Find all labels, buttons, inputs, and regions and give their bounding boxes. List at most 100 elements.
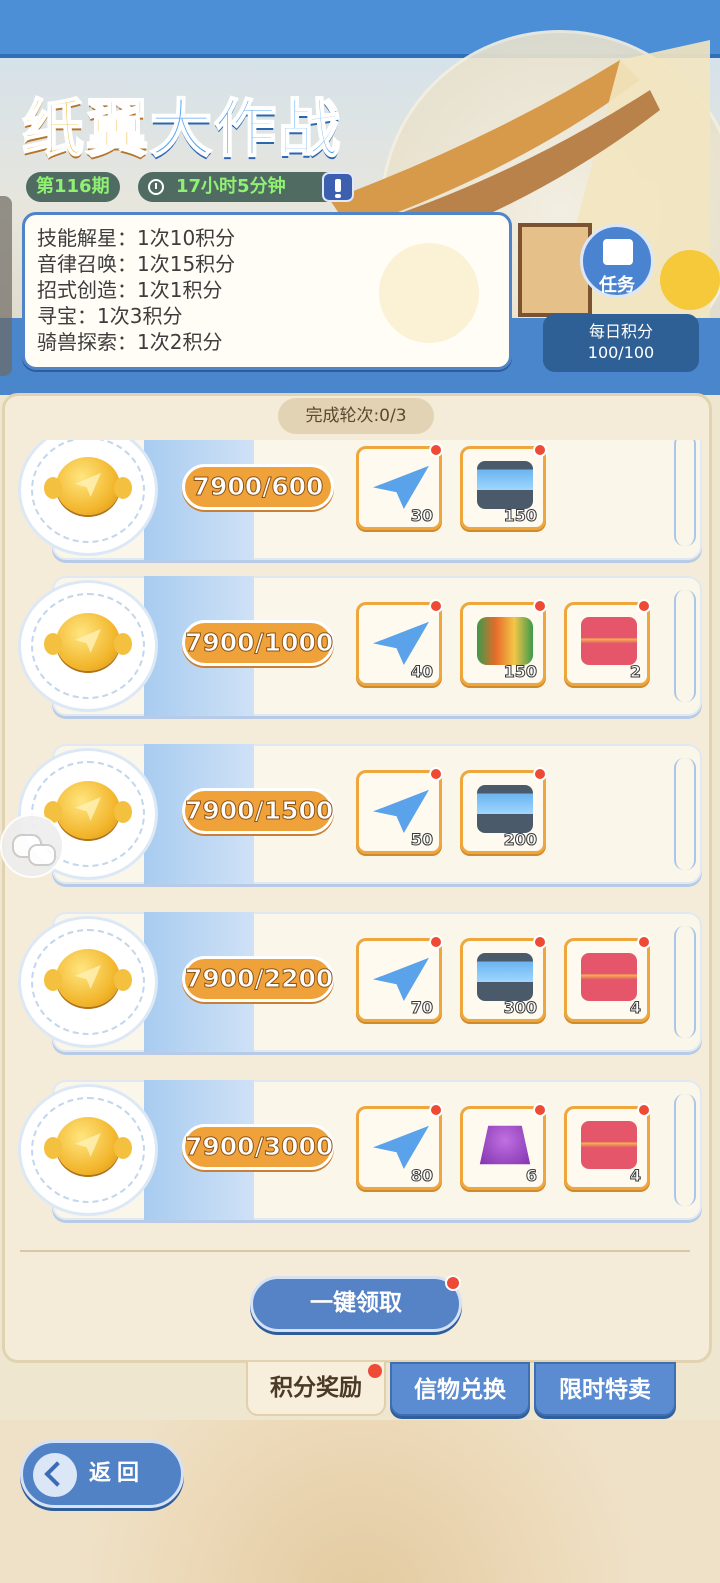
task-book-icon: [603, 239, 633, 265]
red-dot-badge: [445, 1275, 461, 1291]
event-title: 纸翼大作战: [21, 78, 343, 168]
reward-row: 7900/600 30 150: [14, 440, 702, 560]
reward-row: 7900/3000 80 6 4: [14, 1080, 702, 1220]
reward-item[interactable]: 50: [356, 767, 443, 854]
row-ornament: [674, 1094, 696, 1206]
row-ornament: [674, 440, 696, 546]
reward-item[interactable]: 40: [356, 599, 443, 686]
issue-badge: 第116期: [26, 172, 120, 202]
reward-row: 7900/2200 70 300 4: [14, 912, 702, 1052]
treasure-chest-icon: [581, 1121, 637, 1169]
item-count: 2: [629, 662, 641, 682]
notice-icon[interactable]: [322, 172, 354, 202]
reward-row: 7900/1000 40 150 2: [14, 576, 702, 716]
paper-plane-icon: [373, 465, 429, 509]
paper-plane-icon: [373, 1125, 429, 1169]
paper-plane-icon: [373, 957, 429, 1001]
red-dot-badge: [533, 1103, 547, 1117]
paper-plane-icon: [373, 621, 429, 665]
countdown-timer: 17小时5分钟: [138, 172, 353, 202]
reward-item[interactable]: 150: [460, 599, 547, 686]
item-count: 40: [410, 662, 433, 682]
item-count: 6: [525, 1166, 537, 1186]
red-dot-badge: [637, 1103, 651, 1117]
rounds-counter: 完成轮次:0/3: [278, 398, 434, 434]
tab-points-reward[interactable]: 积分奖励: [246, 1362, 386, 1416]
red-dot-badge: [533, 599, 547, 613]
item-count: 50: [410, 830, 433, 850]
back-arrow-icon: [33, 1453, 77, 1497]
red-dot-badge: [368, 1364, 382, 1378]
gold-coin-icon: [44, 949, 132, 1007]
task-button[interactable]: 任务: [580, 224, 654, 298]
red-dot-badge: [429, 767, 443, 781]
treasure-chest-icon: [581, 953, 637, 1001]
reward-item[interactable]: 6: [460, 1103, 547, 1190]
reward-item[interactable]: 300: [460, 935, 547, 1022]
title-part1: 纸翼: [21, 91, 151, 166]
red-dot-badge: [429, 1103, 443, 1117]
gold-coin-icon: [44, 613, 132, 671]
reward-item[interactable]: 150: [460, 443, 547, 530]
reward-item[interactable]: 4: [564, 935, 651, 1022]
reward-item[interactable]: 2: [564, 599, 651, 686]
red-dot-badge: [637, 935, 651, 949]
daily-points-label: 每日积分: [588, 322, 653, 341]
paper-plane-icon: [373, 789, 429, 833]
reward-list[interactable]: 7900/600 30 150 7900/1000 40 150 2 7900/…: [14, 440, 704, 1230]
treasure-chest-icon: [581, 617, 637, 665]
title-part2: 大作战: [149, 91, 343, 166]
daily-points-value: 100/100: [587, 343, 655, 362]
reward-item[interactable]: 4: [564, 1103, 651, 1190]
tab-limited-sale[interactable]: 限时特卖: [534, 1362, 676, 1416]
row-ornament: [674, 926, 696, 1038]
rules-panel: 技能解星：1次10积分 音律召唤：1次15积分 招式创造：1次1积分 寻宝：1次…: [22, 212, 512, 370]
red-dot-badge: [429, 935, 443, 949]
reward-item[interactable]: 80: [356, 1103, 443, 1190]
tab-label: 信物兑换: [414, 1377, 506, 1403]
clock-icon: [148, 179, 164, 195]
item-count: 4: [629, 1166, 641, 1186]
purple-bell-icon: [479, 1125, 531, 1165]
daily-points: 每日积分 100/100: [543, 314, 699, 372]
task-label: 任务: [599, 275, 635, 296]
back-label: 返回: [89, 1461, 146, 1486]
red-dot-badge: [533, 443, 547, 457]
back-button[interactable]: 返回: [20, 1440, 184, 1508]
progress-pill: 7900/600: [182, 464, 334, 510]
tab-label: 限时特卖: [559, 1377, 651, 1403]
energy-canister-icon: [477, 461, 533, 509]
tab-label: 积分奖励: [270, 1375, 362, 1401]
red-dot-badge: [533, 767, 547, 781]
gold-coin-icon: [44, 1117, 132, 1175]
row-ornament: [674, 758, 696, 870]
energy-canister-icon: [477, 785, 533, 833]
red-dot-badge: [429, 599, 443, 613]
side-handle[interactable]: [0, 196, 12, 376]
chat-bubble-icon[interactable]: [0, 814, 64, 878]
item-count: 150: [503, 506, 537, 526]
item-count: 150: [503, 662, 537, 682]
progress-pill: 7900/1500: [182, 788, 334, 834]
reward-item[interactable]: 30: [356, 443, 443, 530]
reward-item[interactable]: 200: [460, 767, 547, 854]
energy-canister-icon: [477, 953, 533, 1001]
red-dot-badge: [637, 599, 651, 613]
tab-token-exchange[interactable]: 信物兑换: [390, 1362, 530, 1416]
item-count: 4: [629, 998, 641, 1018]
gold-coin-icon: [44, 781, 132, 839]
red-dot-badge: [533, 935, 547, 949]
item-count: 200: [503, 830, 537, 850]
claim-all-button[interactable]: 一键领取: [250, 1275, 462, 1332]
list-divider: [20, 1250, 690, 1252]
countdown-text: 17小时5分钟: [176, 176, 286, 197]
gold-coin-icon: [44, 457, 132, 515]
progress-pill: 7900/2200: [182, 956, 334, 1002]
item-count: 80: [410, 1166, 433, 1186]
event-banner: 纸翼大作战 第116期 17小时5分钟 技能解星：1次10积分 音律召唤：1次1…: [0, 0, 720, 395]
red-dot-badge: [429, 443, 443, 457]
row-ornament: [674, 590, 696, 702]
capybara-scroll-icon: [477, 617, 533, 665]
reward-item[interactable]: 70: [356, 935, 443, 1022]
item-count: 30: [410, 506, 433, 526]
